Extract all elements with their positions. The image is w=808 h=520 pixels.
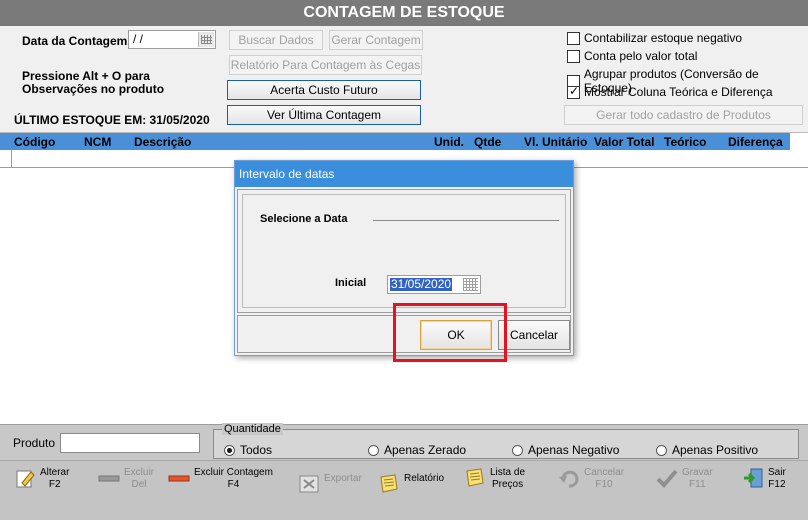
dialog-body: Selecione a Data Inicial 31/05/2020 [237,189,571,313]
button-label: Sair [768,467,786,478]
button-label: Lista de [490,467,526,478]
lista-precos-button[interactable]: Lista de Preços [464,467,525,491]
date-value: / / [133,32,144,46]
initial-label: Inicial [335,277,367,289]
col-valor-total[interactable]: Valor Total [594,135,654,149]
cancel-button[interactable]: Cancelar [498,320,570,350]
relatorio-cegas-button[interactable]: Relatório Para Contagem às Cegas [229,55,422,75]
radio-label: Apenas Negativo [528,443,620,457]
delete-count-icon [168,475,190,482]
button-shortcut: F12 [768,479,786,490]
checkbox-box-checked[interactable] [567,84,580,99]
group-divider [373,220,559,221]
col-diferenca[interactable]: Diferença [728,135,783,149]
ver-ultima-contagem-button[interactable]: Ver Última Contagem [227,105,421,125]
quantidade-label: Quantidade [222,423,283,435]
button-shortcut: Preços [491,479,524,490]
edit-icon [16,470,35,488]
date-label: Data da Contagem: [22,34,132,48]
price-list-icon [466,468,484,487]
highlight-box [393,303,507,362]
produto-label: Produto [13,436,56,450]
last-stock-label: ÚLTIMO ESTOQUE EM: 31/05/2020 [14,113,210,127]
gerar-contagem-button[interactable]: Gerar Contagem [329,30,423,50]
checkbox-box[interactable] [567,49,580,63]
alterar-button[interactable]: Alterar F2 [14,467,69,491]
quantidade-group: Quantidade Todos Apenas Zerado Apenas Ne… [213,423,799,459]
initial-date-input[interactable]: 31/05/2020 [387,275,481,294]
radio-circle[interactable] [512,444,523,456]
checkbox-coluna-teorica[interactable]: Mostrar Coluna Teórica e Diferença [567,84,773,99]
initial-date-value: 31/05/2020 [390,277,453,291]
button-shortcut: F2 [48,479,61,490]
hint-line1: Pressione Alt + O para [22,69,150,83]
checkbox-label: Conta pelo valor total [584,49,698,63]
col-vl-unitario[interactable]: Vl. Unitário [524,135,587,149]
checkbox-box[interactable] [567,31,580,45]
button-shortcut: F4 [227,479,240,490]
calendar-icon[interactable] [198,32,214,47]
delete-icon [98,475,120,482]
produto-input[interactable] [60,433,200,453]
col-ncm[interactable]: NCM [84,135,111,149]
row-indicator [0,150,12,168]
radio-todos[interactable]: Todos [224,443,272,457]
radio-circle[interactable] [368,444,379,456]
radio-circle[interactable] [656,444,667,456]
bottom-toolbar: Alterar F2 Excluir Del Excluir Contagem F4 … [0,460,808,520]
dialog-group: Selecione a Data Inicial 31/05/2020 [242,194,566,308]
checkbox-label: Mostrar Coluna Teórica e Diferença [584,85,773,99]
grid-header: Código NCM Descrição Unid. Qtde Vl. Unit… [0,133,790,150]
export-icon [299,475,319,493]
excluir-contagem-button[interactable]: Excluir Contagem F4 [168,467,273,491]
button-label: Exportar [324,473,362,484]
button-label: Gravar [682,467,713,478]
radio-apenas-positivo[interactable]: Apenas Positivo [656,443,758,457]
dialog-title: Intervalo de datas [235,161,573,187]
col-unid[interactable]: Unid. [434,135,464,149]
button-shortcut: F11 [689,479,706,490]
button-label: Cancelar [584,467,625,478]
button-shortcut: F10 [595,479,613,490]
window-title: CONTAGEM DE ESTOQUE [0,0,808,26]
acerta-custo-button[interactable]: Acerta Custo Futuro [227,80,421,100]
check-icon [656,469,678,488]
button-label: Excluir [124,467,155,478]
button-shortcut: Del [131,479,147,490]
col-teorico[interactable]: Teórico [664,135,706,149]
radio-label: Apenas Zerado [384,443,467,457]
group-label: Selecione a Data [260,213,348,225]
date-input[interactable]: / / [128,30,216,49]
button-label: Alterar [40,467,70,478]
radio-apenas-zerado[interactable]: Apenas Zerado [368,443,466,457]
checkbox-valor-total[interactable]: Conta pelo valor total [567,49,697,63]
hint-line2: Observações no produto [22,82,165,96]
undo-icon [559,470,579,488]
sair-button[interactable]: Sair F12 [742,467,786,491]
exportar-button[interactable]: Exportar [298,473,362,495]
radio-circle-selected[interactable] [224,444,235,456]
gravar-button[interactable]: Gravar F11 [656,467,713,491]
col-codigo[interactable]: Código [14,135,55,149]
checkbox-label: Contabilizar estoque negativo [584,31,743,45]
report-icon [380,474,398,493]
radio-label: Apenas Positivo [672,443,759,457]
relatorio-button[interactable]: Relatório [378,473,444,495]
radio-apenas-negativo[interactable]: Apenas Negativo [512,443,619,457]
calendar-icon[interactable] [463,278,478,291]
col-qtde[interactable]: Qtde [474,135,501,149]
filter-bar: Produto Quantidade Todos Apenas Zerado A… [0,423,808,460]
button-label: Relatório [404,473,445,484]
excluir-button[interactable]: Excluir Del [98,467,154,491]
exit-icon [744,468,763,488]
radio-label: Todos [240,443,273,457]
button-label: Excluir Contagem [194,467,273,478]
checkbox-negativo[interactable]: Contabilizar estoque negativo [567,31,742,45]
cancelar-button[interactable]: Cancelar F10 [558,467,624,491]
gerar-todo-cadastro-button[interactable]: Gerar todo cadastro de Produtos [564,105,803,125]
col-descricao[interactable]: Descrição [134,135,191,149]
header-panel: Data da Contagem: / / Pressione Alt + O … [0,26,808,132]
buscar-dados-button[interactable]: Buscar Dados [229,30,323,50]
